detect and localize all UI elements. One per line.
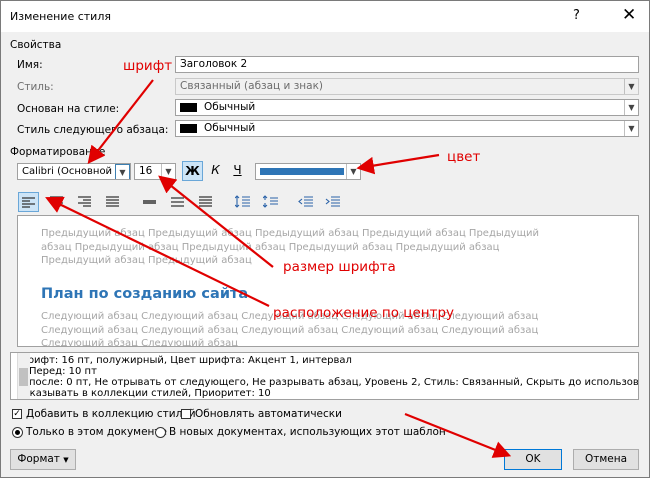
annotation-arrows bbox=[45, 79, 512, 458]
font-size-arrow bbox=[158, 175, 274, 268]
alignment-arrow bbox=[45, 196, 270, 307]
annotation-alignment: расположение по центру bbox=[273, 305, 455, 321]
ok-arrow bbox=[404, 412, 512, 458]
color-arrow bbox=[356, 153, 440, 175]
annotation-color: цвет bbox=[447, 149, 481, 165]
font-arrow bbox=[87, 79, 154, 164]
modify-style-dialog: Изменение стиля ? ✕ Свойства Имя: Заголо… bbox=[0, 0, 650, 478]
annotation-font-size: размер шрифта bbox=[283, 259, 396, 275]
annotation-font: шрифт bbox=[123, 58, 173, 74]
